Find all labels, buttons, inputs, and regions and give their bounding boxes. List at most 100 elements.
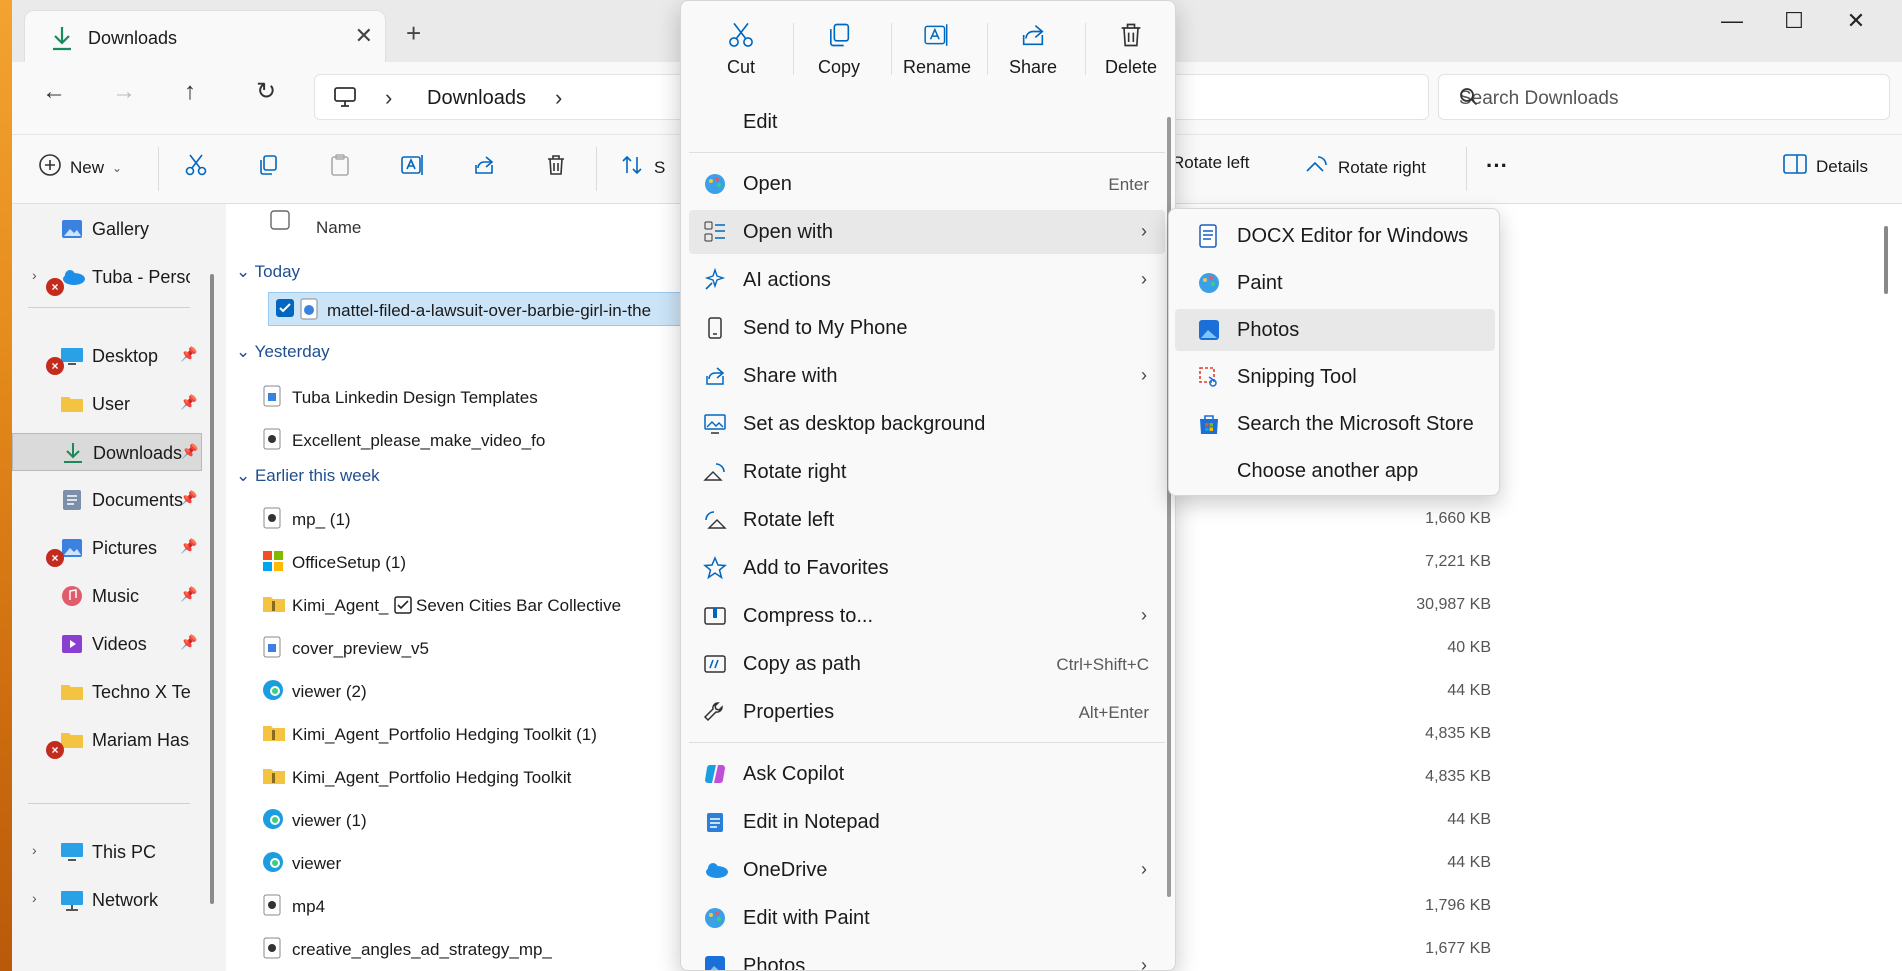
group-header-today[interactable]: ⌄ Today: [236, 262, 300, 282]
column-header-name[interactable]: Name: [316, 218, 361, 238]
sidebar-item-techno-x-test[interactable]: Techno X Test: [12, 673, 202, 711]
file-row[interactable]: mp4: [262, 889, 682, 923]
group-header-yesterday[interactable]: ⌄ Yesterday: [236, 342, 330, 362]
paint-palette-icon: [703, 906, 727, 930]
sidebar-item-pictures[interactable]: × Pictures 📌: [12, 529, 202, 567]
submenu-item-choose-another-app[interactable]: Choose another app: [1175, 450, 1495, 492]
menu-item-onedrive[interactable]: OneDrive ›: [689, 848, 1165, 892]
delete-quick-action[interactable]: Delete: [1083, 13, 1175, 85]
file-row[interactable]: mattel-filed-a-lawsuit-over-barbie-girl-…: [268, 292, 723, 326]
checkbox-checked-icon[interactable]: [275, 298, 297, 320]
details-button[interactable]: Details: [1782, 153, 1868, 180]
sparkle-icon: [703, 267, 727, 292]
menu-item-add-to-favorites[interactable]: Add to Favorites: [689, 546, 1165, 590]
cut-button[interactable]: [184, 153, 208, 182]
chevron-right-icon[interactable]: ›: [555, 85, 562, 111]
file-row[interactable]: Kimi_Agent_Portfolio Hedging Toolkit (1): [262, 717, 682, 751]
menu-item-edit-in-notepad[interactable]: Edit in Notepad: [689, 800, 1165, 844]
sidebar-scrollbar[interactable]: [210, 274, 214, 904]
menu-item-share-with[interactable]: Share with ›: [689, 354, 1165, 398]
chevron-right-icon[interactable]: ›: [32, 890, 37, 906]
rotate-right-button[interactable]: Rotate right: [1304, 153, 1426, 182]
file-row[interactable]: Tuba Linkedin Design Templates: [262, 380, 682, 414]
cut-quick-action[interactable]: Cut: [693, 13, 789, 85]
file-row[interactable]: Kimi_Agent_ Seven Cities Bar Collective: [262, 588, 682, 622]
paste-button[interactable]: [328, 153, 352, 182]
up-button[interactable]: ↑: [184, 80, 196, 104]
chevron-right-icon[interactable]: ›: [32, 267, 37, 283]
close-window-button[interactable]: ✕: [1826, 8, 1886, 40]
copy-button[interactable]: [256, 153, 280, 182]
delete-button[interactable]: [544, 153, 568, 182]
sidebar-item-downloads[interactable]: Downloads 📌: [12, 433, 202, 471]
menu-item-edit[interactable]: Edit: [689, 100, 1165, 144]
submenu-item-photos[interactable]: Photos: [1175, 309, 1495, 351]
sidebar-item-label: Tuba - Personal: [92, 267, 190, 287]
sidebar-item-user[interactable]: User 📌: [12, 385, 202, 423]
close-tab-icon[interactable]: ✕: [355, 23, 373, 49]
submenu-item-snipping-tool[interactable]: Snipping Tool: [1175, 356, 1495, 398]
rotate-left-button[interactable]: Rotate left: [1172, 153, 1250, 173]
menu-item-rotate-right[interactable]: Rotate right: [689, 450, 1165, 494]
new-tab-button[interactable]: +: [406, 20, 421, 46]
search-box[interactable]: Search Downloads: [1438, 74, 1890, 120]
sidebar-item-this-pc[interactable]: › This PC: [12, 833, 202, 871]
plus-circle-icon: [38, 153, 62, 182]
file-row[interactable]: Kimi_Agent_Portfolio Hedging Toolkit: [262, 760, 682, 794]
menu-item-photos[interactable]: Photos ›: [689, 944, 1165, 970]
sort-button[interactable]: S: [620, 153, 665, 182]
file-row[interactable]: viewer (1): [262, 803, 682, 837]
file-row[interactable]: OfficeSetup (1): [262, 545, 682, 579]
sidebar-item-music[interactable]: Music 📌: [12, 577, 202, 615]
submenu-item-paint[interactable]: Paint: [1175, 262, 1495, 304]
menu-item-ai-actions[interactable]: AI actions ›: [689, 258, 1165, 302]
sidebar-item-onedrive[interactable]: › × Tuba - Personal: [12, 258, 202, 296]
menu-item-rotate-left[interactable]: Rotate left: [689, 498, 1165, 542]
sidebar-item-documents[interactable]: Documents 📌: [12, 481, 202, 519]
chevron-right-icon[interactable]: ›: [32, 842, 37, 858]
new-button[interactable]: New ⌄: [38, 153, 122, 182]
minimize-button[interactable]: —: [1702, 8, 1762, 40]
menu-item-label: Edit: [743, 111, 778, 133]
menu-item-copy-as-path[interactable]: Copy as path Ctrl+Shift+C: [689, 642, 1165, 686]
rename-quick-action[interactable]: Rename: [889, 13, 985, 85]
file-row[interactable]: mp_ (1): [262, 502, 682, 536]
back-button[interactable]: ←: [42, 80, 66, 104]
sidebar-item-network[interactable]: › Network: [12, 881, 202, 919]
menu-item-open-with[interactable]: Open with ›: [689, 210, 1165, 254]
more-options-icon[interactable]: ···: [1486, 153, 1508, 179]
file-row[interactable]: creative_angles_ad_strategy_mp_: [262, 932, 682, 966]
sidebar-item-desktop[interactable]: × Desktop 📌: [12, 337, 202, 375]
group-header-earlier-this-week[interactable]: ⌄ Earlier this week: [236, 466, 380, 486]
rename-button[interactable]: [400, 153, 426, 182]
menu-item-send-to-my-phone[interactable]: Send to My Phone: [689, 306, 1165, 350]
copy-icon: [825, 21, 853, 54]
breadcrumb-downloads[interactable]: Downloads: [427, 87, 526, 110]
copy-quick-action[interactable]: Copy: [791, 13, 887, 85]
share-button[interactable]: [472, 153, 496, 182]
file-row[interactable]: viewer (2): [262, 674, 682, 708]
menu-item-set-as-desktop-background[interactable]: Set as desktop background: [689, 402, 1165, 446]
file-list-scrollbar[interactable]: [1884, 226, 1888, 294]
submenu-item-microsoft-store[interactable]: Search the Microsoft Store: [1175, 403, 1495, 445]
sidebar-item-gallery[interactable]: Gallery: [12, 210, 202, 248]
maximize-button[interactable]: ☐: [1764, 8, 1824, 40]
menu-item-label: Add to Favorites: [743, 557, 889, 579]
share-quick-action[interactable]: Share: [985, 13, 1081, 85]
image-file-icon: [299, 298, 321, 320]
menu-item-edit-with-paint[interactable]: Edit with Paint: [689, 896, 1165, 940]
sidebar-item-videos[interactable]: Videos 📌: [12, 625, 202, 663]
file-row[interactable]: viewer: [262, 846, 682, 880]
menu-item-ask-copilot[interactable]: Ask Copilot: [689, 752, 1165, 796]
file-row[interactable]: cover_preview_v5: [262, 631, 682, 665]
refresh-button[interactable]: ↻: [256, 80, 276, 104]
forward-button[interactable]: →: [112, 80, 136, 104]
menu-item-properties[interactable]: Properties Alt+Enter: [689, 690, 1165, 734]
menu-item-compress-to[interactable]: Compress to... ›: [689, 594, 1165, 638]
select-all-checkbox[interactable]: [270, 210, 290, 235]
tab-downloads[interactable]: Downloads ✕: [24, 10, 386, 64]
file-row[interactable]: Excellent_please_make_video_fo: [262, 423, 682, 457]
submenu-item-docx-editor[interactable]: DOCX Editor for Windows: [1175, 215, 1495, 257]
menu-item-open[interactable]: Open Enter: [689, 162, 1165, 206]
sidebar-item-mariam-hassan[interactable]: × Mariam Hassan: [12, 721, 202, 759]
